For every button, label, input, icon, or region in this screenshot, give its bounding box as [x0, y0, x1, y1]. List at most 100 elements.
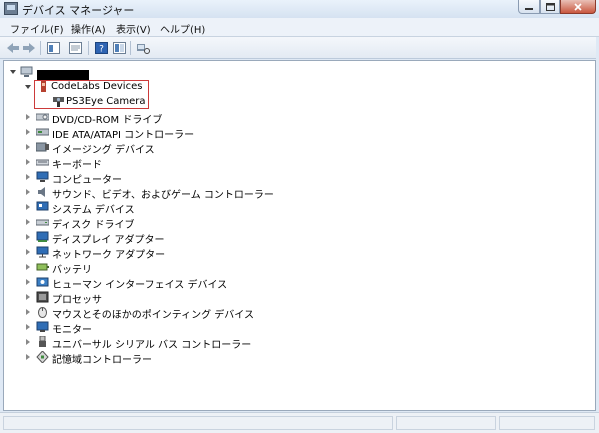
forward-icon	[23, 42, 35, 53]
help-button[interactable]: ?	[94, 41, 108, 54]
expand-icon[interactable]	[26, 294, 30, 300]
tree-item-category[interactable]: DVD/CD-ROM ドライブ	[4, 110, 594, 126]
minimize-icon	[525, 7, 533, 10]
expand-icon[interactable]	[26, 129, 30, 135]
mouse-icon	[38, 307, 47, 318]
keyboard-icon	[36, 159, 49, 166]
status-bar	[0, 412, 599, 433]
tree-item-category[interactable]: マウスとそのほかのポインティング デバイス	[4, 305, 594, 321]
status-pane	[499, 416, 595, 430]
camera-icon	[53, 97, 64, 107]
computer-icon	[20, 66, 33, 77]
ide-controller-icon	[36, 128, 49, 136]
tree-label: 記憶域コントローラー	[52, 355, 152, 366]
tree-item-category[interactable]: ネットワーク アダプター	[4, 245, 594, 261]
help-icon: ?	[94, 41, 108, 54]
tree-label: CodeLabs Devices	[51, 81, 143, 92]
expand-icon[interactable]	[26, 279, 30, 285]
tree-item-category[interactable]: IDE ATA/ATAPI コントローラー	[4, 125, 594, 141]
minimize-button[interactable]	[518, 0, 540, 14]
system-device-icon	[36, 201, 49, 211]
tree-label: DVD/CD-ROM ドライブ	[52, 115, 163, 126]
properties-icon	[68, 41, 82, 54]
menu-file[interactable]: ファイル(F)	[10, 21, 64, 36]
menu-bar: ファイル(F) 操作(A) 表示(V) ヘルプ(H)	[0, 18, 599, 37]
title-bar[interactable]: デバイス マネージャー	[0, 0, 599, 18]
collapse-icon[interactable]	[25, 85, 31, 89]
usb-icon	[39, 336, 46, 347]
toolbar-separator	[88, 41, 89, 55]
back-button[interactable]	[6, 41, 20, 54]
close-button[interactable]	[560, 0, 596, 14]
storage-controller-icon	[36, 351, 49, 363]
back-icon	[7, 42, 19, 53]
tree-item-category[interactable]: イメージング デバイス	[4, 140, 594, 156]
network-adapter-icon	[36, 246, 49, 258]
tree-item-category[interactable]: 記憶域コントローラー	[4, 350, 594, 366]
device-manager-app-icon	[4, 2, 18, 15]
tree-label: ユニバーサル シリアル バス コントローラー	[52, 340, 252, 351]
display-adapter-icon	[36, 231, 49, 242]
tree-item-category[interactable]: システム デバイス	[4, 200, 594, 216]
optical-drive-icon	[36, 113, 49, 121]
expand-icon[interactable]	[26, 234, 30, 240]
tree-item-category[interactable]: キーボード	[4, 155, 594, 171]
expand-icon[interactable]	[26, 204, 30, 210]
tree-label: PS3Eye Camera	[66, 96, 146, 107]
expand-icon[interactable]	[26, 189, 30, 195]
tree-item-category[interactable]: バッテリ	[4, 260, 594, 276]
toolbar-separator	[130, 41, 131, 55]
menu-view[interactable]: 表示(V)	[116, 21, 151, 36]
scan-hardware-button[interactable]	[136, 41, 150, 54]
tree-item-codelabs-devices[interactable]: CodeLabs Devices	[4, 80, 594, 95]
tree-label: IDE ATA/ATAPI コントローラー	[52, 130, 195, 141]
tree-item-category[interactable]: ディスプレイ アダプター	[4, 230, 594, 246]
maximize-button[interactable]	[540, 0, 560, 14]
tree-item-category[interactable]: プロセッサ	[4, 290, 594, 306]
imaging-device-icon	[36, 142, 49, 152]
tree-item-category[interactable]: ディスク ドライブ	[4, 215, 594, 231]
expand-icon[interactable]	[26, 309, 30, 315]
tree-label: サウンド、ビデオ、およびゲーム コントローラー	[52, 190, 274, 201]
expand-icon[interactable]	[26, 114, 30, 120]
scan-hardware-icon	[137, 43, 150, 54]
expand-icon[interactable]	[26, 219, 30, 225]
expand-icon[interactable]	[26, 144, 30, 150]
expand-icon[interactable]	[26, 339, 30, 345]
console-tree-button[interactable]	[46, 41, 60, 54]
expand-icon[interactable]	[26, 249, 30, 255]
properties-button[interactable]	[68, 41, 82, 54]
console-tree-icon	[46, 41, 60, 54]
maximize-icon	[545, 2, 555, 11]
tree-item-ps3eye-camera[interactable]: PS3Eye Camera	[4, 95, 594, 110]
expand-icon[interactable]	[26, 174, 30, 180]
menu-action[interactable]: 操作(A)	[71, 21, 106, 36]
close-icon	[574, 2, 582, 11]
show-hide-button[interactable]	[112, 41, 126, 54]
tree-label: モニター	[52, 325, 92, 336]
tree-item-category[interactable]: ヒューマン インターフェイス デバイス	[4, 275, 594, 291]
tree-item-category[interactable]: コンピューター	[4, 170, 594, 186]
menu-help[interactable]: ヘルプ(H)	[160, 21, 205, 36]
svg-text:?: ?	[99, 44, 104, 54]
tree-item-category[interactable]: ユニバーサル シリアル バス コントローラー	[4, 335, 594, 351]
tree-label: ディスプレイ アダプター	[52, 235, 165, 246]
expand-icon[interactable]	[26, 264, 30, 270]
computer-icon	[36, 171, 49, 182]
collapse-icon[interactable]	[10, 70, 16, 74]
tree-label: ディスク ドライブ	[52, 220, 135, 231]
expand-icon[interactable]	[26, 354, 30, 360]
expand-icon[interactable]	[26, 159, 30, 165]
tree-label: システム デバイス	[52, 205, 135, 216]
tree-label: マウスとそのほかのポインティング デバイス	[52, 310, 254, 321]
device-category-icon	[41, 81, 46, 92]
status-pane	[3, 416, 393, 430]
disk-drive-icon	[36, 219, 49, 226]
window-title: デバイス マネージャー	[22, 4, 135, 17]
tree-item-category[interactable]: サウンド、ビデオ、およびゲーム コントローラー	[4, 185, 594, 201]
expand-icon[interactable]	[26, 324, 30, 330]
tree-root[interactable]	[4, 65, 594, 81]
forward-button[interactable]	[22, 41, 36, 54]
tree-label: イメージング デバイス	[52, 145, 155, 156]
tree-item-category[interactable]: モニター	[4, 320, 594, 336]
